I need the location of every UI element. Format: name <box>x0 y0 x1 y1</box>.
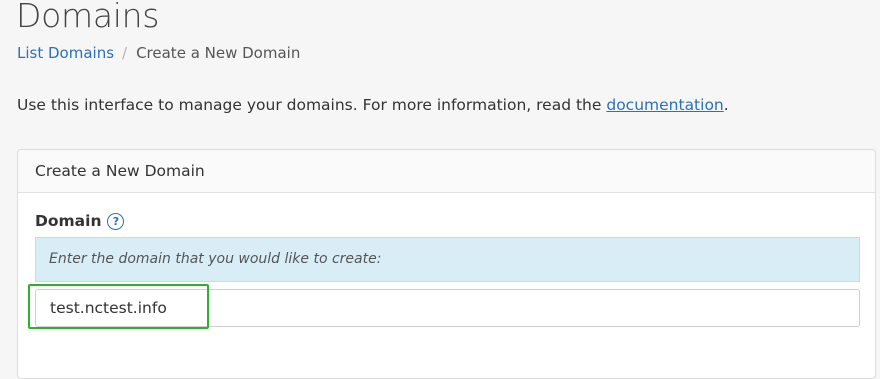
domain-label-text: Domain <box>35 212 102 230</box>
domain-field-label: Domain ? <box>35 211 125 231</box>
question-circle-icon[interactable]: ? <box>107 212 125 230</box>
panel-heading: Create a New Domain <box>18 150 875 193</box>
intro-text-body: Use this interface to manage your domain… <box>17 96 607 114</box>
breadcrumb-list-domains-link[interactable]: List Domains <box>17 43 114 63</box>
intro-text: Use this interface to manage your domain… <box>17 94 729 116</box>
breadcrumb-separator: / <box>122 44 128 62</box>
domain-input[interactable] <box>35 289 860 327</box>
documentation-link[interactable]: documentation <box>606 96 723 114</box>
intro-text-suffix: . <box>723 96 729 114</box>
breadcrumb-current: Create a New Domain <box>136 44 301 62</box>
page-title: Domains <box>16 0 160 35</box>
breadcrumb: List Domains / Create a New Domain <box>17 43 300 63</box>
domain-help-text: Enter the domain that you would like to … <box>35 237 860 282</box>
create-domain-panel: Create a New Domain Domain ? Enter the d… <box>17 149 876 379</box>
